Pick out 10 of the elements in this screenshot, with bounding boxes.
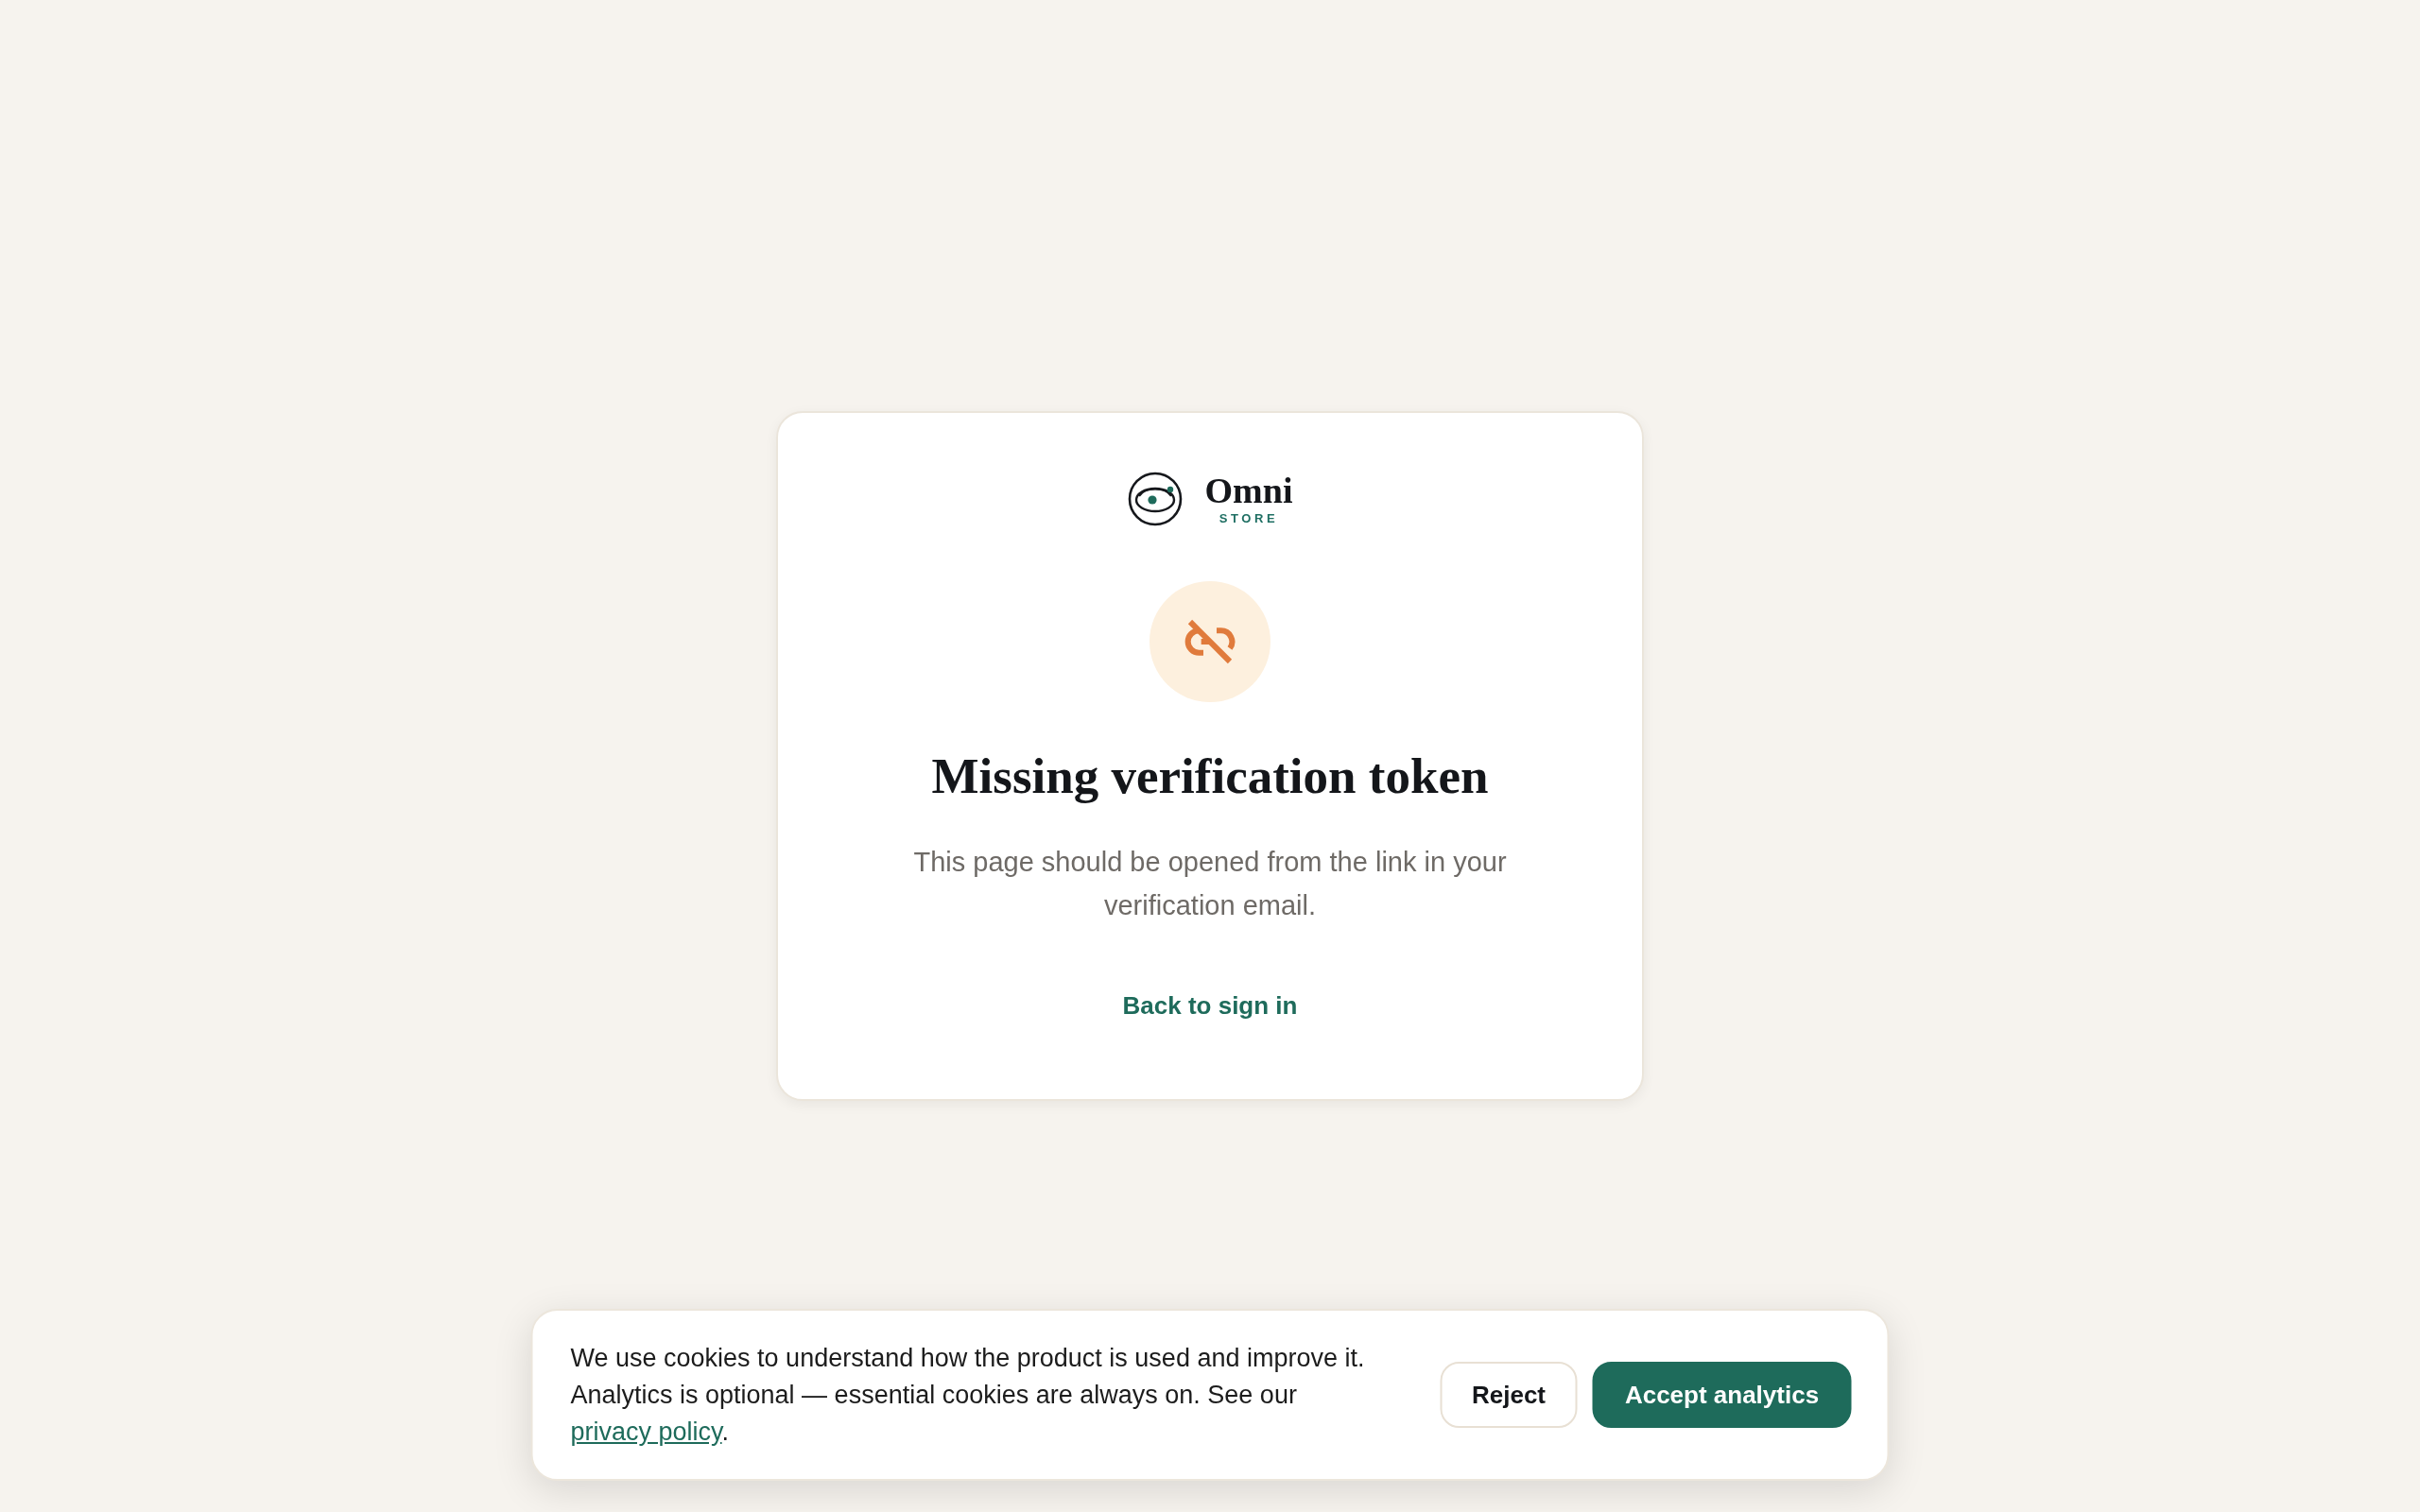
- page-title: Missing verification token: [931, 747, 1489, 805]
- logo-eye-icon: [1127, 472, 1183, 526]
- privacy-policy-link[interactable]: privacy policy: [570, 1417, 722, 1446]
- message-text: This page should be opened from the link in your verification email.: [912, 846, 1508, 922]
- back-to-sign-in-link[interactable]: Back to sign in: [1122, 989, 1298, 1022]
- brand-name: Omni: [1204, 472, 1293, 509]
- accept-analytics-button[interactable]: Accept analytics: [1592, 1362, 1852, 1428]
- reject-button[interactable]: Reject: [1440, 1362, 1578, 1428]
- brand-tagline: STORE: [1219, 511, 1279, 526]
- cookie-notice: We use cookies to understand how the product is used and improve it. Analytics is optional — essential cookies are always on. See our privacy policy.: [570, 1342, 1366, 1448]
